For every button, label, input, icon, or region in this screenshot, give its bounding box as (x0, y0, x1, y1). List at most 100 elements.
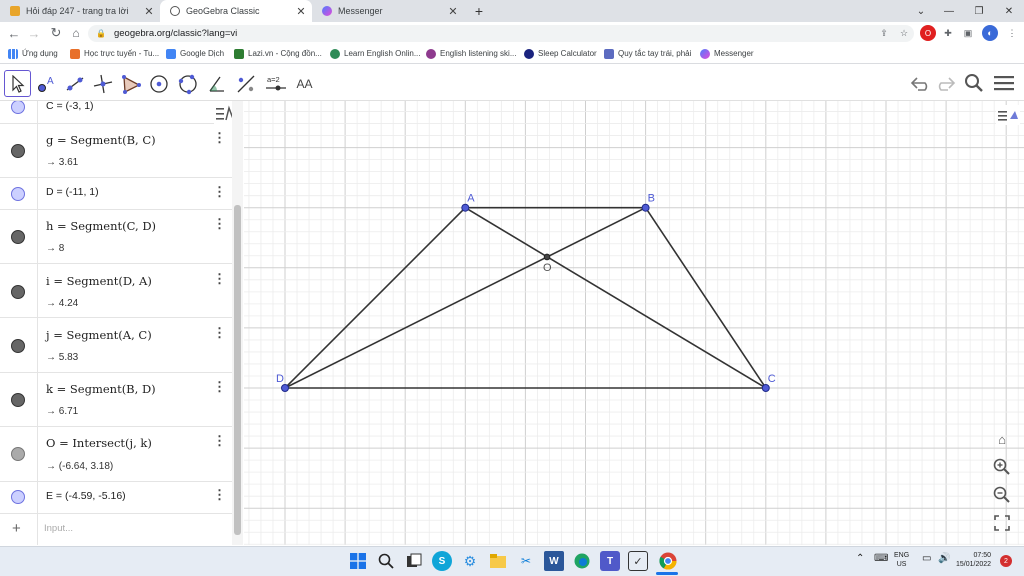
algebra-input-row[interactable]: + Input... (0, 514, 232, 545)
polygon-tool-icon[interactable] (117, 70, 144, 97)
taskbar-search-icon[interactable] (376, 551, 396, 571)
algebra-definition[interactable]: j = Segment(A, C) (46, 328, 152, 342)
angle-tool-icon[interactable] (203, 70, 230, 97)
algebra-row-D[interactable]: D = (-11, 1) ⋮ (0, 178, 232, 210)
visibility-toggle-icon[interactable] (11, 339, 25, 353)
algebra-row-O[interactable]: O = Intersect(j, k) → (-6.64, 3.18) ⋮ (0, 427, 232, 482)
keyboard-icon[interactable]: ⌨ (874, 554, 888, 564)
point-B[interactable] (641, 203, 650, 212)
algebra-row-g[interactable]: g = Segment(B, C) → 3.61 ⋮ (0, 124, 232, 178)
file-explorer-icon[interactable] (488, 551, 508, 571)
search-icon[interactable] (961, 70, 987, 96)
share-icon[interactable]: ⇪ (876, 25, 892, 41)
bookmark-hoc-truc-tuyen[interactable]: Học trực tuyến - Tu... (70, 46, 159, 61)
add-icon[interactable]: + (12, 520, 21, 537)
tray-overflow-icon[interactable]: ⌃ (856, 554, 864, 564)
close-window-button[interactable]: ✕ (996, 0, 1022, 22)
zoom-in-icon[interactable] (992, 457, 1012, 477)
restore-button[interactable]: ❐ (966, 0, 992, 22)
more-options-icon[interactable]: ⋮ (213, 379, 226, 395)
new-tab-button[interactable]: + (466, 0, 492, 22)
tab-geogebra[interactable]: GeoGebra Classic ✕ (160, 0, 312, 22)
more-options-icon[interactable]: ⋮ (213, 184, 226, 200)
bookmark-english-listening[interactable]: English listening ski... (426, 46, 516, 61)
teams-icon[interactable]: T (600, 551, 620, 571)
visibility-toggle-icon[interactable] (11, 230, 25, 244)
visibility-toggle-icon[interactable] (11, 447, 25, 461)
circle-tool-icon[interactable] (145, 70, 172, 97)
tab-messenger[interactable]: Messenger ✕ (312, 0, 464, 22)
close-icon[interactable]: ✕ (294, 5, 308, 18)
more-options-icon[interactable]: ⋮ (213, 271, 226, 287)
bookmark-lazi[interactable]: Lazi.vn - Cộng đồn... (234, 46, 322, 61)
algebra-definition[interactable]: C = (-3, 1) (46, 101, 94, 112)
forward-icon[interactable]: → (24, 22, 44, 44)
algebra-scroll-thumb[interactable] (234, 205, 241, 535)
task-view-icon[interactable] (404, 551, 424, 571)
visibility-toggle-icon[interactable] (11, 285, 25, 299)
bookmark-google-dich[interactable]: Google Dịch (166, 46, 224, 61)
bookmark-learn-english[interactable]: Learn English Onlin... (330, 46, 421, 61)
clock[interactable]: 07:50 15/01/2022 (956, 551, 991, 569)
more-options-icon[interactable]: ⋮ (213, 130, 226, 146)
point-O[interactable] (543, 253, 551, 261)
algebra-row-h[interactable]: h = Segment(C, D) → 8 ⋮ (0, 210, 232, 264)
text-tool-icon[interactable]: AA (291, 70, 318, 97)
algebra-row-j[interactable]: j = Segment(A, C) → 5.83 ⋮ (0, 318, 232, 373)
network-icon[interactable]: ▭ (922, 554, 931, 564)
segment-AC[interactable] (464, 207, 767, 389)
bookmark-star-icon[interactable]: ☆ (896, 25, 912, 41)
edge-icon[interactable] (572, 551, 592, 571)
more-options-icon[interactable]: ⋮ (213, 216, 226, 232)
profile-avatar[interactable]: ◐ (982, 25, 998, 41)
minimize-button[interactable]: — (936, 0, 962, 22)
main-menu-icon[interactable] (991, 70, 1017, 96)
home-icon[interactable]: ⌂ (66, 22, 86, 44)
algebra-definition[interactable]: D = (-11, 1) (46, 186, 99, 198)
bookmark-messenger[interactable]: Messenger (700, 46, 754, 61)
slider-tool-icon[interactable]: a=2 (262, 70, 289, 97)
point-tool-icon[interactable]: A (33, 70, 60, 97)
chrome-icon[interactable] (658, 551, 678, 571)
url-bar[interactable]: 🔒 geogebra.org/classic?lang=vi (88, 25, 914, 42)
bookmark-quy-tac[interactable]: Quy tắc tay trái, phải (604, 46, 691, 61)
skype-icon[interactable]: S (432, 551, 452, 571)
segment-DA[interactable] (284, 207, 466, 389)
point-D[interactable] (281, 384, 289, 392)
point-C[interactable] (761, 384, 770, 392)
bookmark-apps[interactable]: Ứng dụng (8, 46, 58, 61)
snipping-tool-icon[interactable]: ✂ (516, 551, 536, 571)
graphics-style-button[interactable] (996, 105, 1020, 125)
windows-start-icon[interactable] (348, 551, 368, 571)
graphics-view[interactable]: A B C D O ⌂ (244, 101, 1024, 545)
more-options-icon[interactable]: ⋮ (213, 487, 226, 503)
algebra-definition[interactable]: k = Segment(B, D) (46, 382, 156, 396)
redo-icon[interactable] (932, 70, 958, 96)
tab-hoidap[interactable]: Hỏi đáp 247 - trang tra lời ✕ (0, 0, 160, 22)
undo-icon[interactable] (908, 70, 934, 96)
algebra-row-i[interactable]: i = Segment(D, A) → 4.24 ⋮ (0, 264, 232, 318)
browser-menu-icon[interactable]: ⋮ (1004, 25, 1020, 41)
volume-icon[interactable]: 🔊 (938, 554, 950, 564)
checkbox-app-icon[interactable]: ✓ (628, 551, 648, 571)
close-icon[interactable]: ✕ (446, 5, 460, 18)
algebra-definition[interactable]: O = Intersect(j, k) (46, 436, 152, 450)
algebra-input-field[interactable]: Input... (44, 523, 73, 534)
reload-icon[interactable]: ↻ (46, 22, 66, 44)
reflect-tool-icon[interactable] (232, 70, 259, 97)
visibility-toggle-icon[interactable] (11, 144, 25, 158)
geometry-canvas[interactable]: A B C D O (244, 101, 1024, 545)
tab-search-icon[interactable]: ⌄ (908, 0, 934, 22)
visibility-toggle-icon[interactable] (11, 490, 25, 504)
algebra-row-E[interactable]: E = (-4.59, -5.16) ⋮ (0, 482, 232, 514)
line-tool-icon[interactable] (61, 70, 88, 97)
algebra-definition[interactable]: h = Segment(C, D) (46, 219, 156, 233)
extensions-puzzle-icon[interactable]: ✚ (940, 25, 956, 41)
word-icon[interactable]: W (544, 551, 564, 571)
perpendicular-tool-icon[interactable] (89, 70, 116, 97)
algebra-row-k[interactable]: k = Segment(B, D) → 6.71 ⋮ (0, 373, 232, 427)
zoom-out-icon[interactable] (992, 485, 1012, 505)
algebra-definition[interactable]: g = Segment(B, C) (46, 133, 156, 147)
back-icon[interactable]: ← (4, 22, 24, 44)
visibility-toggle-icon[interactable] (11, 101, 25, 114)
